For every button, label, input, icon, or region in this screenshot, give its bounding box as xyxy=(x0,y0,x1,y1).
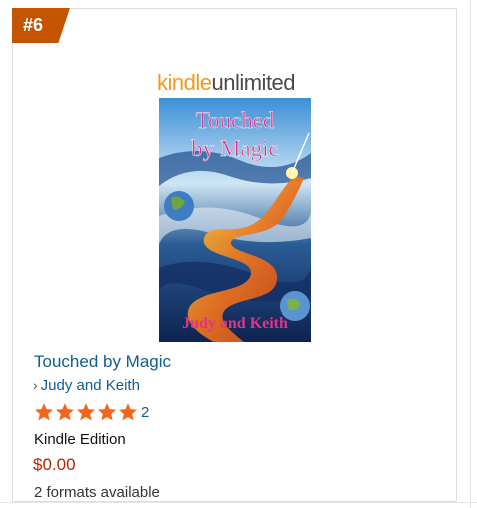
kindle-unlimited-logo: kindleunlimited xyxy=(157,68,315,98)
star-icon xyxy=(119,403,137,421)
column-divider xyxy=(470,0,471,508)
kindle-unlimited-logo-unlimited: unlimited xyxy=(211,70,296,95)
format-label: Kindle Edition xyxy=(34,431,126,448)
star-rating[interactable]: 2 xyxy=(34,402,149,426)
star-icon xyxy=(56,403,74,421)
book-cover-art: Touched by Magic Judy and Keith xyxy=(159,98,311,342)
author-name: Judy and Keith xyxy=(40,377,140,394)
row-divider xyxy=(0,502,477,503)
rating-count-link[interactable]: 2 xyxy=(141,404,149,421)
cover-title-line2: by Magic xyxy=(191,136,279,161)
cover-title-line1: Touched xyxy=(196,108,275,133)
author-link[interactable]: › Judy and Keith xyxy=(33,377,140,394)
cover-author: Judy and Keith xyxy=(182,315,288,332)
star-icon xyxy=(35,403,53,421)
star-icon xyxy=(77,403,95,421)
product-title-link[interactable]: Touched by Magic xyxy=(34,352,171,372)
star-icon xyxy=(98,403,116,421)
chevron-right-icon: › xyxy=(33,377,38,393)
book-cover-image[interactable]: Touched by Magic Judy and Keith xyxy=(159,98,311,342)
price: $0.00 xyxy=(33,455,76,474)
formats-available-link[interactable]: 2 formats available xyxy=(34,484,160,501)
kindle-unlimited-logo-kindle: kindle xyxy=(157,70,212,95)
